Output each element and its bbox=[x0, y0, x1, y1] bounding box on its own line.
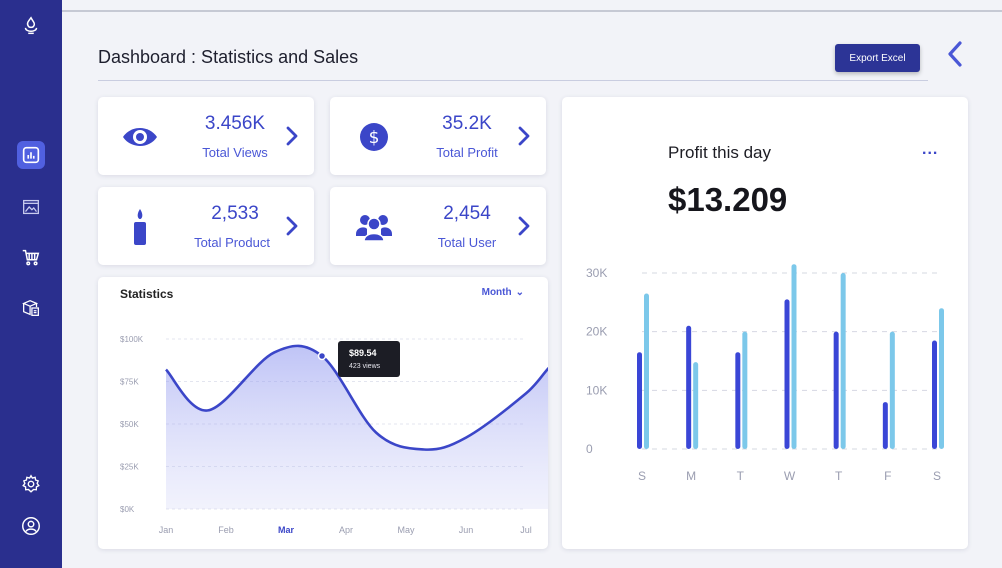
sidebar-item-profile[interactable] bbox=[15, 510, 47, 542]
dollar-icon: $ bbox=[352, 115, 396, 159]
bar bbox=[637, 352, 642, 449]
chart-icon bbox=[22, 146, 40, 164]
tooltip-sub: 423 views bbox=[349, 363, 381, 370]
stat-card-products[interactable]: 2,533 Total Product bbox=[98, 187, 314, 265]
stat-label: Total Views bbox=[202, 145, 268, 160]
stat-card-profit[interactable]: $ 35.2K Total Profit bbox=[330, 97, 546, 175]
statistics-chart: $100K $75K $50K $25K $0K Jan Feb Mar Apr May Jun Ju… bbox=[120, 335, 548, 535]
sidebar-item-products[interactable] bbox=[15, 292, 47, 324]
stat-card-users[interactable]: 2,454 Total User bbox=[330, 187, 546, 265]
x-tick-label: W bbox=[784, 469, 796, 483]
export-excel-button[interactable]: Export Excel bbox=[835, 44, 920, 72]
x-tick-label: Jul bbox=[520, 525, 532, 535]
bar bbox=[932, 340, 937, 449]
stat-value: 35.2K bbox=[442, 113, 492, 134]
bar bbox=[833, 331, 839, 449]
x-tick-label: S bbox=[933, 469, 941, 483]
top-divider bbox=[62, 10, 1002, 12]
bar bbox=[735, 352, 741, 449]
y-tick-label: 20K bbox=[586, 325, 607, 339]
y-tick-label: $75K bbox=[120, 378, 139, 387]
stat-value: 2,533 bbox=[211, 203, 259, 224]
highlight-point bbox=[317, 351, 327, 361]
back-button[interactable] bbox=[940, 36, 970, 72]
x-tick-label: M bbox=[686, 469, 696, 483]
tooltip-box bbox=[338, 341, 400, 377]
chevron-right-icon[interactable] bbox=[514, 121, 534, 151]
sidebar-item-settings[interactable] bbox=[15, 468, 47, 500]
bar bbox=[791, 264, 797, 449]
y-tick-label: 0 bbox=[586, 442, 593, 456]
chevron-right-icon[interactable] bbox=[282, 121, 302, 151]
profit-card: Profit this day ... $13.209 30K 20K 10K 0 S M… bbox=[562, 97, 968, 549]
eye-icon bbox=[118, 115, 162, 159]
candle-icon bbox=[118, 205, 162, 249]
x-tick-label: Apr bbox=[339, 525, 353, 535]
gear-icon bbox=[22, 474, 40, 493]
bar bbox=[889, 331, 895, 449]
stat-label: Total User bbox=[437, 235, 497, 250]
main-content: Dashboard : Statistics and Sales Export … bbox=[62, 0, 1002, 568]
chevron-left-icon bbox=[948, 41, 962, 67]
bar bbox=[939, 308, 944, 449]
y-tick-label: 10K bbox=[586, 383, 607, 397]
x-tick-label: Jan bbox=[159, 525, 174, 535]
x-tick-label: Feb bbox=[218, 525, 234, 535]
image-icon bbox=[23, 199, 39, 215]
users-icon bbox=[352, 205, 396, 249]
profit-bar-chart: 30K 20K 10K 0 S M T W T F S bbox=[586, 264, 944, 483]
bar bbox=[784, 299, 790, 449]
stat-label: Total Profit bbox=[436, 145, 498, 160]
bar bbox=[693, 362, 699, 449]
chevron-right-icon[interactable] bbox=[514, 211, 534, 241]
sidebar bbox=[0, 0, 62, 568]
stat-label: Total Product bbox=[194, 235, 270, 250]
sidebar-item-dashboard[interactable] bbox=[17, 141, 45, 169]
package-icon bbox=[22, 299, 39, 316]
x-tick-label: May bbox=[397, 525, 415, 535]
svg-text:$: $ bbox=[369, 128, 380, 148]
statistics-card: Statistics Month ⌄ $100K $75K $50K $25K $0K Ja… bbox=[98, 277, 548, 549]
y-tick-label: $25K bbox=[120, 463, 139, 472]
stat-card-views[interactable]: 3.456K Total Views bbox=[98, 97, 314, 175]
bar bbox=[742, 331, 748, 449]
bar bbox=[840, 273, 846, 449]
bar bbox=[644, 293, 649, 449]
sidebar-item-cart[interactable] bbox=[15, 241, 47, 273]
cart-icon bbox=[22, 249, 40, 266]
x-tick-label: S bbox=[638, 469, 646, 483]
y-tick-label: 30K bbox=[586, 266, 607, 280]
x-tick-label: T bbox=[737, 469, 745, 483]
stat-value: 2,454 bbox=[443, 203, 491, 224]
stat-value: 3.456K bbox=[204, 113, 266, 134]
page-title: Dashboard : Statistics and Sales bbox=[98, 47, 359, 67]
tooltip-value: $89.54 bbox=[349, 348, 377, 358]
title-divider bbox=[98, 80, 928, 81]
y-tick-label: $0K bbox=[120, 505, 135, 514]
sidebar-item-gallery[interactable] bbox=[15, 191, 47, 223]
x-tick-label: T bbox=[835, 469, 843, 483]
user-circle-icon bbox=[22, 517, 40, 535]
y-tick-label: $100K bbox=[120, 335, 144, 344]
logo-icon[interactable] bbox=[15, 10, 47, 42]
x-tick-label: F bbox=[884, 469, 891, 483]
bar bbox=[882, 402, 888, 449]
bar bbox=[686, 325, 692, 449]
x-tick-label: Jun bbox=[459, 525, 474, 535]
y-tick-label: $50K bbox=[120, 420, 139, 429]
x-tick-label: Mar bbox=[278, 525, 295, 535]
chevron-right-icon[interactable] bbox=[282, 211, 302, 241]
